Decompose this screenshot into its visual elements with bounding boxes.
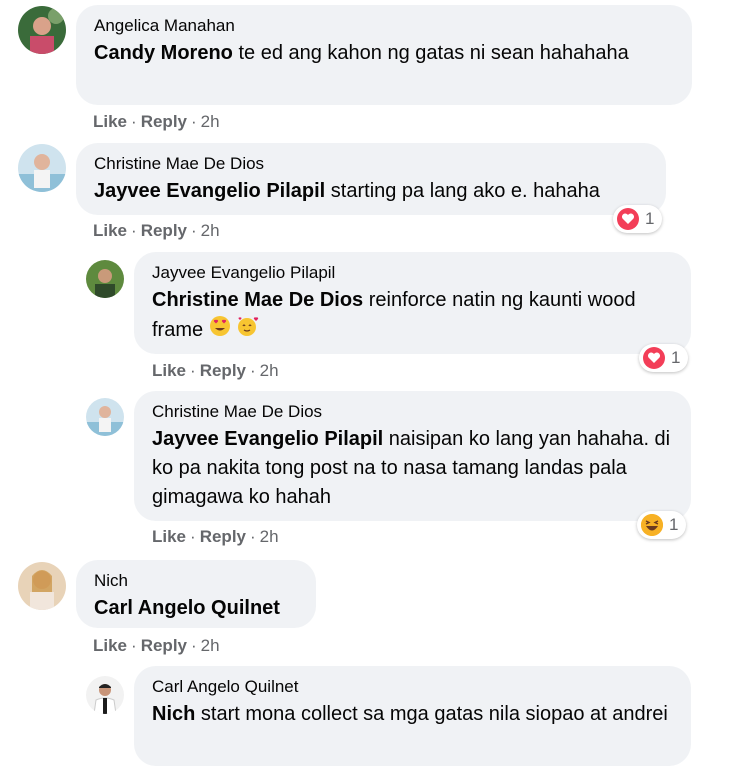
reaction-number: 1 [671,348,681,367]
like-button[interactable]: Like [152,527,186,546]
avatar[interactable] [86,398,124,436]
comment-author[interactable]: Angelica Manahan [94,15,674,37]
avatar[interactable] [18,6,66,54]
comment-actions: Like · Reply · 2h [152,361,279,380]
comment-author[interactable]: Christine Mae De Dios [94,153,648,175]
smiling-hearts-emoji-icon [236,315,260,346]
comment-bubble: Christine Mae De Dios Jayvee Evangelio P… [76,143,666,215]
reply-button[interactable]: Reply [200,527,246,546]
comment-author[interactable]: Carl Angelo Quilnet [152,676,673,698]
avatar[interactable] [86,676,124,714]
reply-button[interactable]: Reply [141,112,187,131]
comment-bubble: Angelica Manahan Candy Moreno te ed ang … [76,5,692,105]
timestamp[interactable]: 2h [201,636,220,655]
mention-link[interactable]: Nich [152,703,195,725]
mention-link[interactable]: Jayvee Evangelio Pilapil [152,428,383,450]
comment-author[interactable]: Nich [94,570,298,592]
reaction-number: 1 [669,515,679,534]
comment-actions: Like · Reply · 2h [152,527,279,546]
reaction-count[interactable]: 1 [637,511,687,539]
comment-author[interactable]: Jayvee Evangelio Pilapil [152,262,673,284]
heart-icon [643,347,665,369]
haha-icon [641,514,663,536]
reaction-count[interactable]: 1 [639,344,689,372]
mention-link[interactable]: Christine Mae De Dios [152,289,363,311]
heart-icon [617,208,639,230]
comment-text: Jayvee Evangelio Pilapil naisipan ko lan… [152,428,671,508]
comment-text: Candy Moreno te ed ang kahon ng gatas ni… [94,42,629,64]
comment-bubble: Nich Carl Angelo Quilnet [76,560,316,628]
like-button[interactable]: Like [152,361,186,380]
comment-text: Nich start mona collect sa mga gatas nil… [152,703,668,725]
timestamp[interactable]: 2h [260,527,279,546]
reply-button[interactable]: Reply [200,361,246,380]
heart-eyes-emoji-icon [209,315,231,346]
timestamp[interactable]: 2h [201,221,220,240]
comment-bubble: Christine Mae De Dios Jayvee Evangelio P… [134,391,691,521]
timestamp[interactable]: 2h [201,112,220,131]
mention-link[interactable]: Carl Angelo Quilnet [94,597,280,619]
reply-button[interactable]: Reply [141,221,187,240]
comment-actions: Like · Reply · 2h [93,636,220,655]
mention-link[interactable]: Jayvee Evangelio Pilapil [94,180,325,202]
comment-author[interactable]: Christine Mae De Dios [152,401,673,423]
comment-text: Carl Angelo Quilnet [94,594,298,623]
reply-button[interactable]: Reply [141,636,187,655]
like-button[interactable]: Like [93,636,127,655]
avatar[interactable] [86,260,124,298]
comment-text: Christine Mae De Dios reinforce natin ng… [152,286,673,346]
comment-text: Jayvee Evangelio Pilapil starting pa lan… [94,180,600,202]
comment-bubble: Carl Angelo Quilnet Nich start mona coll… [134,666,691,766]
avatar[interactable] [18,562,66,610]
comment-bubble: Jayvee Evangelio Pilapil Christine Mae D… [134,252,691,354]
reaction-count[interactable]: 1 [613,205,663,233]
avatar[interactable] [18,144,66,192]
comment-actions: Like · Reply · 2h [93,112,220,131]
like-button[interactable]: Like [93,112,127,131]
mention-link[interactable]: Candy Moreno [94,42,233,64]
timestamp[interactable]: 2h [260,361,279,380]
reaction-number: 1 [645,209,655,228]
like-button[interactable]: Like [93,221,127,240]
comment-actions: Like · Reply · 2h [93,221,220,240]
